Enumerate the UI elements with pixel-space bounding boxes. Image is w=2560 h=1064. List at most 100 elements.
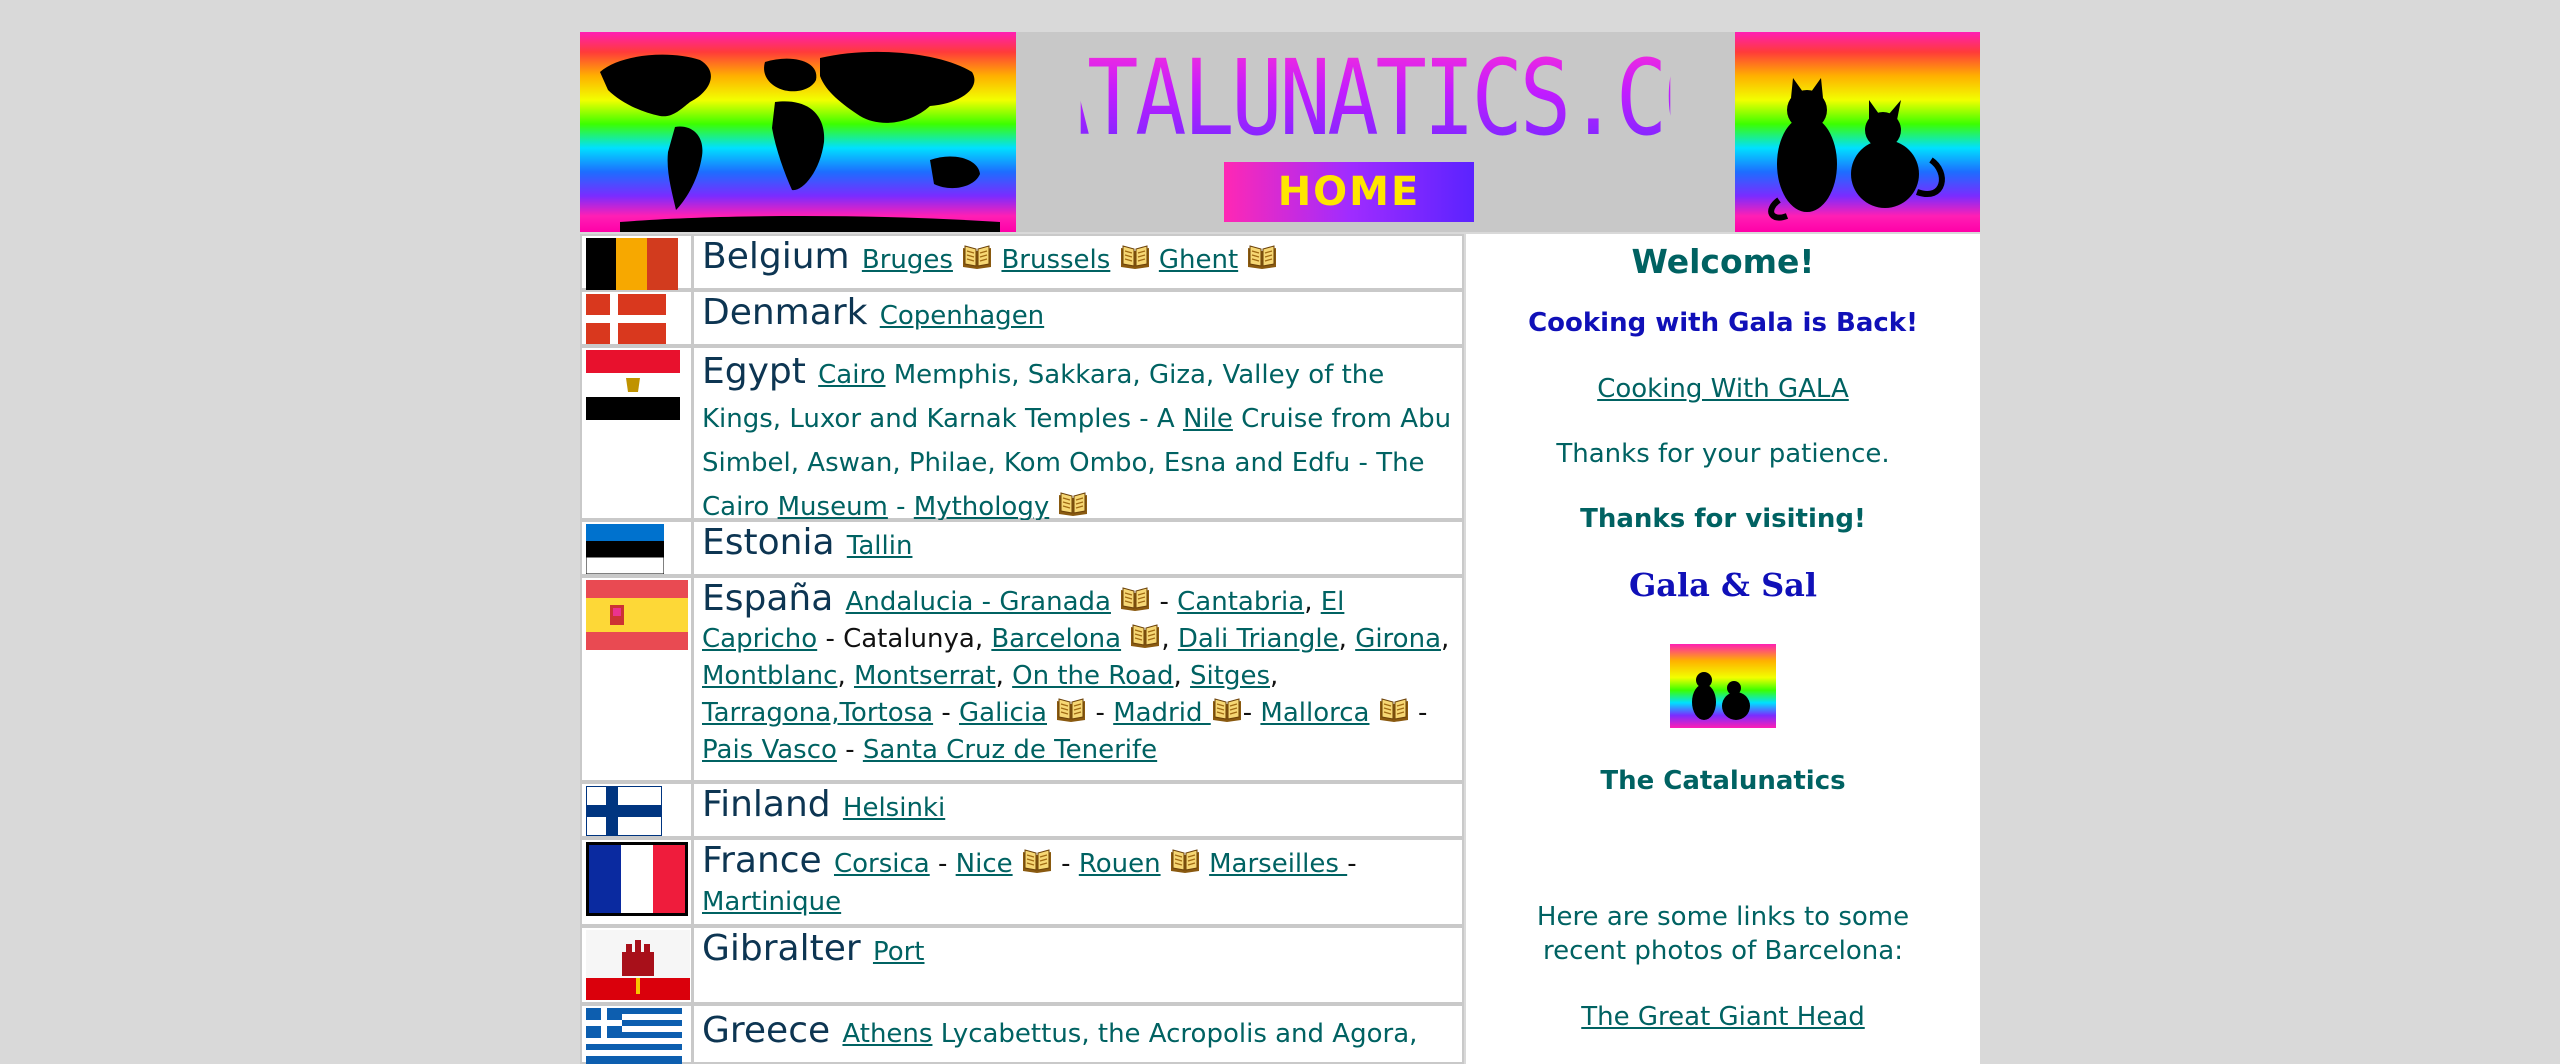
flag-cell xyxy=(582,348,694,518)
country-name: Finland xyxy=(702,784,831,825)
link-montblanc[interactable]: Montblanc xyxy=(702,661,837,691)
patience-text: Thanks for your patience. xyxy=(1556,439,1890,469)
link-madrid[interactable]: Madrid xyxy=(1113,698,1211,728)
book-icon[interactable] xyxy=(961,242,993,270)
row-content: España Andalucia - Granada - Cantabria, … xyxy=(702,578,1450,765)
country-name: Greece xyxy=(702,1010,831,1051)
link-galicia[interactable]: Galicia xyxy=(959,698,1047,728)
separator: - xyxy=(887,492,914,522)
flag-belgium-icon xyxy=(586,238,678,290)
link-montserrat[interactable]: Montserrat xyxy=(854,661,996,691)
country-name: Estonia xyxy=(702,522,835,563)
book-icon[interactable] xyxy=(1055,695,1087,723)
book-icon[interactable] xyxy=(1119,242,1151,270)
flag-estonia-icon xyxy=(586,524,664,574)
separator: - xyxy=(1052,849,1079,879)
country-name: Egypt xyxy=(702,351,806,392)
book-icon[interactable] xyxy=(1211,695,1243,723)
row-content: Denmark Copenhagen xyxy=(702,294,1456,335)
separator: , xyxy=(1173,661,1191,691)
table-row: France Corsica - Nice - Rouen Marseilles… xyxy=(580,838,1464,926)
link-pais-vasco[interactable]: Pais Vasco xyxy=(702,735,837,765)
table-row: Belgium Bruges Brussels Ghent xyxy=(580,234,1464,290)
link-museum[interactable]: Museum xyxy=(778,492,888,522)
row-content: France Corsica - Nice - Rouen Marseilles… xyxy=(702,840,1357,918)
cooking-with-gala-link[interactable]: Cooking With GALA xyxy=(1597,374,1849,404)
link-on-the-road[interactable]: On the Road xyxy=(1012,661,1173,691)
world-map-image xyxy=(580,32,1016,232)
welcome-sidebar: Welcome! Cooking with Gala is Back! Cook… xyxy=(1466,234,1980,1064)
home-button[interactable]: HOME xyxy=(1224,162,1474,222)
link-santa-cruz-de-tenerife[interactable]: Santa Cruz de Tenerife xyxy=(863,735,1157,765)
book-icon[interactable] xyxy=(1378,695,1410,723)
link-martinique[interactable]: Martinique xyxy=(702,887,841,917)
book-icon[interactable] xyxy=(1169,846,1201,874)
flag-cell xyxy=(582,1006,694,1064)
site-title: CATALUNATICS.COM xyxy=(990,37,1763,159)
flag-cell xyxy=(582,522,694,574)
country-name: Belgium xyxy=(702,236,850,277)
link-cantabria[interactable]: Cantabria xyxy=(1177,587,1304,617)
link-el-capricho[interactable]: El xyxy=(1321,587,1345,617)
table-row: Greece Athens Lycabettus, the Acropolis … xyxy=(580,1004,1464,1064)
table-row: Gibralter Port xyxy=(580,926,1464,1004)
cats-logo-image xyxy=(1735,32,1980,232)
row-content: Belgium Bruges Brussels Ghent xyxy=(702,238,1456,279)
table-row: Estonia Tallin xyxy=(580,520,1464,576)
flag-cell xyxy=(582,928,694,1002)
link-dali-triangle[interactable]: Dali Triangle xyxy=(1178,624,1339,654)
link-ghent[interactable]: Ghent xyxy=(1159,245,1238,275)
separator: - xyxy=(929,849,956,879)
country-name: España xyxy=(702,578,834,619)
link-cairo[interactable]: Cairo xyxy=(818,360,885,390)
link-tallin[interactable]: Tallin xyxy=(847,531,913,561)
flag-egypt-icon xyxy=(586,350,680,420)
link-barcelona[interactable]: Barcelona xyxy=(991,624,1121,654)
link-sitges[interactable]: Sitges xyxy=(1190,661,1270,691)
link-helsinki[interactable]: Helsinki xyxy=(843,793,945,823)
welcome-heading: Welcome! xyxy=(1631,242,1815,281)
row-content: Egypt Cairo Memphis, Sakkara, Giza, Vall… xyxy=(702,350,1456,529)
separator: - xyxy=(836,735,863,765)
link-nile[interactable]: Nile xyxy=(1183,404,1233,434)
flag-greece-icon xyxy=(586,1008,682,1064)
flag-spain-icon xyxy=(586,580,688,650)
row-content: Greece Athens Lycabettus, the Acropolis … xyxy=(702,1012,1456,1053)
great-giant-head-link[interactable]: The Great Giant Head xyxy=(1581,1002,1865,1032)
header-banner: CATALUNATICS.COM HOME xyxy=(580,32,1980,232)
link-corsica[interactable]: Corsica xyxy=(834,849,930,879)
separator: - xyxy=(933,698,960,728)
separator: , xyxy=(837,661,854,691)
table-row: Finland Helsinki xyxy=(580,782,1464,838)
link-bruges[interactable]: Bruges xyxy=(862,245,953,275)
giant-head-link-wrap: The Great Giant Head xyxy=(1466,1002,1980,1032)
link-tarragona[interactable]: Tarragona, xyxy=(702,698,839,728)
book-icon[interactable] xyxy=(1246,242,1278,270)
link-brussels[interactable]: Brussels xyxy=(1001,245,1110,275)
link-athens[interactable]: Athens xyxy=(842,1019,932,1049)
cooking-announcement: Cooking with Gala is Back! xyxy=(1528,308,1918,338)
separator: , xyxy=(1161,624,1178,654)
link-port[interactable]: Port xyxy=(873,937,925,967)
book-icon[interactable] xyxy=(1119,584,1151,612)
separator: - xyxy=(1159,587,1178,617)
link-rouen[interactable]: Rouen xyxy=(1079,849,1161,879)
book-icon[interactable] xyxy=(1129,621,1161,649)
link-mythology[interactable]: Mythology xyxy=(914,492,1049,522)
catalunatics-label: The Catalunatics xyxy=(1600,766,1846,796)
flag-cell xyxy=(582,236,694,290)
link-tortosa[interactable]: Tortosa xyxy=(839,698,933,728)
book-icon[interactable] xyxy=(1021,846,1053,874)
cats-thumbnail-wrap xyxy=(1466,644,1980,728)
separator: , xyxy=(1441,624,1450,654)
link-nice[interactable]: Nice xyxy=(956,849,1013,879)
link-mallorca[interactable]: Mallorca xyxy=(1260,698,1369,728)
link-marseilles[interactable]: Marseilles xyxy=(1209,849,1347,879)
book-icon[interactable] xyxy=(1057,489,1089,517)
flag-cell xyxy=(582,578,694,780)
flag-finland-icon xyxy=(586,786,662,836)
link-girona[interactable]: Girona xyxy=(1355,624,1441,654)
link-el-capricho[interactable]: Capricho xyxy=(702,624,817,654)
link-andalucia[interactable]: Andalucia - Granada xyxy=(846,587,1111,617)
link-copenhagen[interactable]: Copenhagen xyxy=(880,301,1044,331)
